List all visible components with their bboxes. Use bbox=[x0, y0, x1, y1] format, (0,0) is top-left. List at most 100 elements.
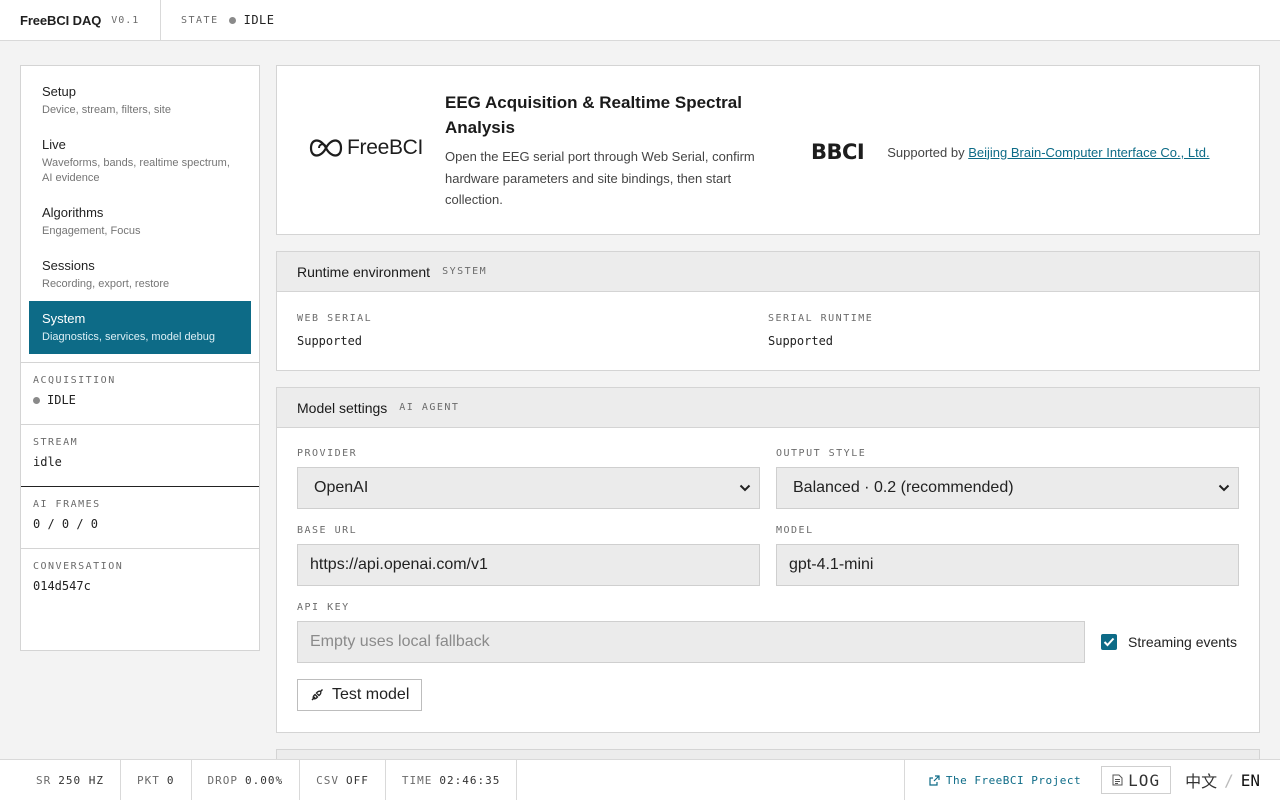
sidebar-item-title: Live bbox=[42, 137, 66, 152]
state-value: IDLE bbox=[243, 13, 275, 27]
streaming-checkbox[interactable] bbox=[1101, 634, 1117, 650]
partner-link[interactable]: Beijing Brain-Computer Interface Co., Lt… bbox=[968, 145, 1209, 160]
acquisition-stat: ACQUISITION IDLE bbox=[21, 363, 259, 425]
field-label: SERIAL RUNTIME bbox=[768, 313, 874, 324]
chevron-down-icon bbox=[739, 484, 751, 492]
check-icon bbox=[1103, 637, 1115, 647]
sidebar-item-live[interactable]: Live Waveforms, bands, realtime spectrum… bbox=[29, 127, 251, 195]
provider-select[interactable]: OpenAI bbox=[297, 467, 760, 509]
sidebar-item-system[interactable]: System Diagnostics, services, model debu… bbox=[29, 301, 251, 354]
pkt-value: 0 bbox=[166, 773, 175, 787]
model-row: BASE URL https://api.openai.com/v1 MODEL… bbox=[297, 525, 1239, 586]
web-serial-value: Supported bbox=[297, 334, 363, 348]
streaming-events-toggle[interactable]: Streaming events bbox=[1101, 634, 1237, 650]
drop-value: 0.00% bbox=[245, 773, 284, 787]
log-button[interactable]: LOG bbox=[1101, 766, 1172, 794]
sidebar-item-subtitle: Diagnostics, services, model debug bbox=[42, 331, 216, 343]
card-header: Runtime environment SYSTEM bbox=[277, 252, 1259, 292]
brand: FreeBCI DAQ V0.1 bbox=[0, 0, 161, 40]
csv-status: CSV OFF bbox=[300, 760, 386, 800]
status-footer: SR 250 HZ PKT 0 DROP 0.00% CSV OFF TIME … bbox=[0, 759, 1280, 800]
sidebar-item-subtitle: Engagement, Focus bbox=[42, 225, 141, 237]
runtime-environment-card: Runtime environment SYSTEM WEB SERIAL Su… bbox=[276, 251, 1260, 371]
packet-count: PKT 0 bbox=[121, 760, 192, 800]
lang-en-button[interactable]: EN bbox=[1241, 771, 1260, 790]
chevron-down-icon bbox=[1218, 484, 1230, 492]
sidebar-nav: Setup Device, stream, filters, site Live… bbox=[21, 66, 259, 363]
streaming-label: Streaming events bbox=[1128, 634, 1237, 650]
field-label: OUTPUT STYLE bbox=[776, 448, 867, 459]
lang-zh-button[interactable]: 中文 bbox=[1185, 768, 1217, 792]
api-key-input[interactable]: Empty uses local fallback bbox=[297, 621, 1085, 663]
app-name: FreeBCI DAQ bbox=[20, 12, 102, 28]
sidebar-item-title: System bbox=[42, 311, 86, 326]
field-label: MODEL bbox=[776, 525, 814, 536]
serial-runtime-value: Supported bbox=[768, 334, 834, 348]
hero-card: FreeBCI EEG Acquisition & Realtime Spect… bbox=[276, 65, 1260, 235]
project-link[interactable]: The FreeBCI Project bbox=[929, 774, 1081, 787]
model-settings-card: Model settings AI AGENT PROVIDER OpenAI … bbox=[276, 387, 1260, 733]
main-content: FreeBCI EEG Acquisition & Realtime Spect… bbox=[276, 65, 1260, 760]
test-model-button[interactable]: Test model bbox=[297, 679, 423, 711]
base-url-field: BASE URL https://api.openai.com/v1 bbox=[297, 525, 760, 586]
field-label: PROVIDER bbox=[297, 448, 358, 459]
plug-icon bbox=[311, 689, 323, 701]
drop-rate: DROP 0.00% bbox=[192, 760, 301, 800]
serial-runtime-field: SERIAL RUNTIME Supported bbox=[768, 313, 1239, 348]
base-url-value: https://api.openai.com/v1 bbox=[310, 556, 488, 573]
sr-value: 250 HZ bbox=[58, 773, 104, 787]
log-label: LOG bbox=[1128, 770, 1161, 790]
sidebar-item-title: Algorithms bbox=[42, 205, 104, 220]
test-model-label: Test model bbox=[332, 686, 410, 703]
csv-key: CSV bbox=[316, 773, 339, 787]
sidebar-item-algorithms[interactable]: Algorithms Engagement, Focus bbox=[29, 195, 251, 248]
api-key-placeholder: Empty uses local fallback bbox=[310, 633, 490, 650]
freebci-logo-text: FreeBCI bbox=[347, 136, 424, 159]
app-version: V0.1 bbox=[111, 14, 140, 26]
supported-by-label: Supported by bbox=[887, 144, 965, 160]
drop-key: DROP bbox=[207, 773, 238, 787]
pkt-key: PKT bbox=[137, 773, 160, 787]
sr-key: SR bbox=[36, 773, 52, 787]
web-serial-field: WEB SERIAL Supported bbox=[297, 313, 768, 348]
output-style-select[interactable]: Balanced · 0.2 (recommended) bbox=[776, 467, 1239, 509]
model-input[interactable]: gpt-4.1-mini bbox=[776, 544, 1239, 586]
lang-separator: / bbox=[1224, 770, 1234, 790]
card-title: Model settings bbox=[297, 399, 388, 416]
csv-value: OFF bbox=[346, 773, 369, 787]
card-header: Model settings AI AGENT bbox=[277, 388, 1259, 428]
model-body: PROVIDER OpenAI OUTPUT STYLE Balanced · … bbox=[277, 428, 1259, 732]
stat-label: CONVERSATION bbox=[33, 561, 124, 572]
field-label: WEB SERIAL bbox=[297, 313, 373, 324]
card-tag: AI AGENT bbox=[399, 402, 460, 413]
clock: TIME 02:46:35 bbox=[386, 760, 518, 800]
conversation-stat: CONVERSATION 014d547c bbox=[21, 549, 259, 611]
card-tag: SYSTEM bbox=[442, 266, 488, 277]
partner: BBCI Supported by Beijing Brain-Computer… bbox=[811, 140, 1210, 164]
output-style-field: OUTPUT STYLE Balanced · 0.2 (recommended… bbox=[776, 448, 1239, 509]
footer-actions: The FreeBCI Project LOG 中文 / EN bbox=[903, 760, 1280, 800]
provider-field: PROVIDER OpenAI bbox=[297, 448, 760, 509]
sidebar-item-subtitle: Waveforms, bands, realtime spectrum, AI … bbox=[42, 157, 230, 184]
provider-value: OpenAI bbox=[314, 479, 369, 496]
state-dot-icon bbox=[228, 16, 236, 24]
bbci-logo: BBCI bbox=[811, 140, 865, 164]
document-icon bbox=[1112, 774, 1123, 786]
sidebar-item-setup[interactable]: Setup Device, stream, filters, site bbox=[29, 74, 251, 127]
state-label: STATE bbox=[181, 14, 219, 26]
api-key-row: Empty uses local fallback Streaming even… bbox=[297, 621, 1239, 663]
freebci-logo: FreeBCI bbox=[309, 134, 423, 162]
hero-description: Open the EEG serial port through Web Ser… bbox=[445, 149, 755, 207]
stat-value: IDLE bbox=[33, 393, 247, 407]
stream-value: idle bbox=[33, 455, 62, 469]
hero-title: EEG Acquisition & Realtime Spectral Anal… bbox=[445, 93, 742, 137]
sidebar-item-sessions[interactable]: Sessions Recording, export, restore bbox=[29, 248, 251, 301]
ai-frames-value: 0 / 0 / 0 bbox=[33, 517, 99, 531]
sidebar: Setup Device, stream, filters, site Live… bbox=[20, 65, 260, 651]
top-bar: FreeBCI DAQ V0.1 STATE IDLE bbox=[0, 0, 1280, 41]
external-link-icon bbox=[929, 774, 940, 786]
time-key: TIME bbox=[401, 773, 433, 787]
base-url-input[interactable]: https://api.openai.com/v1 bbox=[297, 544, 760, 586]
model-value: gpt-4.1-mini bbox=[789, 556, 874, 573]
field-label: API KEY bbox=[297, 602, 350, 613]
